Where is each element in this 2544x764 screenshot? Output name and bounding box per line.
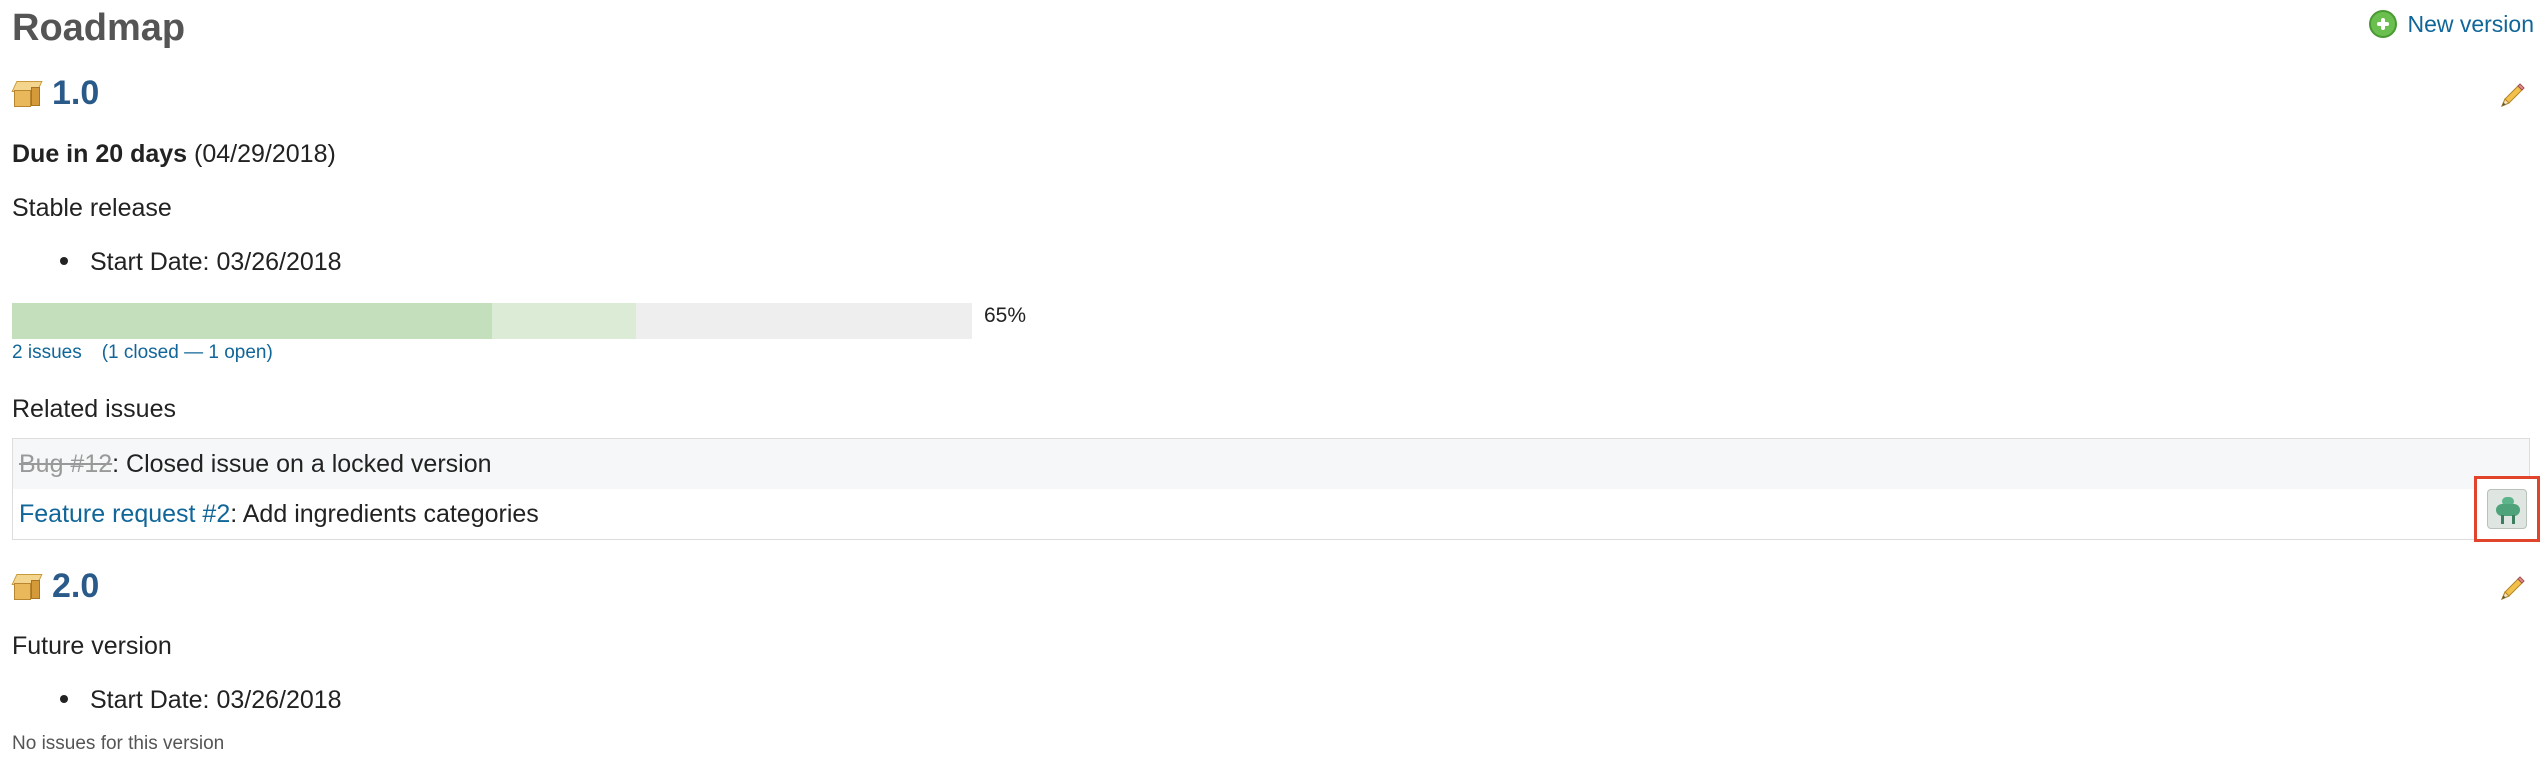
count-separator: —: [178, 342, 209, 363]
version-attributes: Start Date: 03/26/2018: [60, 248, 342, 277]
avatar-icon[interactable]: [2487, 489, 2527, 529]
issue-row: Bug #12 : Closed issue on a locked versi…: [13, 439, 2529, 489]
issue-subject: : Closed issue on a locked version: [112, 449, 492, 478]
progress-closed: [12, 303, 492, 339]
due-line: Due in 20 days (04/29/2018): [12, 140, 336, 169]
issue-subject: : Add ingredients categories: [230, 499, 539, 528]
progress-percent: 65%: [984, 304, 1027, 327]
version-link-1-0[interactable]: 1.0: [52, 74, 99, 113]
open-issues-link[interactable]: 1 open: [208, 342, 266, 363]
due-in-text: Due in 20 days: [12, 140, 188, 168]
version-header-1-0: 1.0: [11, 74, 99, 113]
pencil-icon[interactable]: [2496, 82, 2526, 112]
issues-count-link[interactable]: 2 issues: [12, 342, 82, 363]
start-date-text: Start Date: 03/26/2018: [90, 686, 342, 714]
start-date: Start Date: 03/26/2018: [60, 248, 342, 277]
related-issues-title: Related issues: [12, 395, 176, 423]
new-version-label: New version: [2407, 10, 2534, 37]
add-icon: [2369, 10, 2398, 38]
issue-counts: 2 issues (1 closed — 1 open): [12, 342, 273, 364]
related-issues-table: Bug #12 : Closed issue on a locked versi…: [12, 438, 2530, 540]
progress-done: [492, 303, 636, 339]
issue-link-feature-2[interactable]: Feature request #2: [19, 500, 230, 529]
pencil-icon[interactable]: [2496, 575, 2526, 605]
due-date: (04/29/2018): [194, 140, 336, 168]
assignee-avatar-highlight[interactable]: [2474, 476, 2540, 542]
paren-close: ): [266, 342, 273, 363]
progress-bar: [12, 303, 972, 339]
issue-link-bug-12[interactable]: Bug #12: [19, 450, 112, 479]
closed-issues-link[interactable]: 1 closed: [108, 342, 179, 363]
version-link-2-0[interactable]: 2.0: [52, 567, 99, 606]
package-icon: [11, 79, 43, 109]
version-description: Stable release: [12, 194, 172, 222]
version-attributes: Start Date: 03/26/2018: [60, 686, 342, 715]
package-icon: [11, 572, 43, 602]
version-description: Future version: [12, 632, 172, 660]
page-title: Roadmap: [12, 7, 186, 49]
no-issues-label: No issues for this version: [12, 733, 225, 754]
roadmap-page: Roadmap New version 1.0 Due in 20 days (…: [0, 0, 2544, 764]
start-date: Start Date: 03/26/2018: [60, 686, 342, 715]
new-version-link[interactable]: New version: [2369, 10, 2534, 38]
version-header-2-0: 2.0: [11, 567, 99, 606]
issue-row: Feature request #2 : Add ingredients cat…: [13, 489, 2529, 539]
start-date-text: Start Date: 03/26/2018: [90, 248, 342, 276]
